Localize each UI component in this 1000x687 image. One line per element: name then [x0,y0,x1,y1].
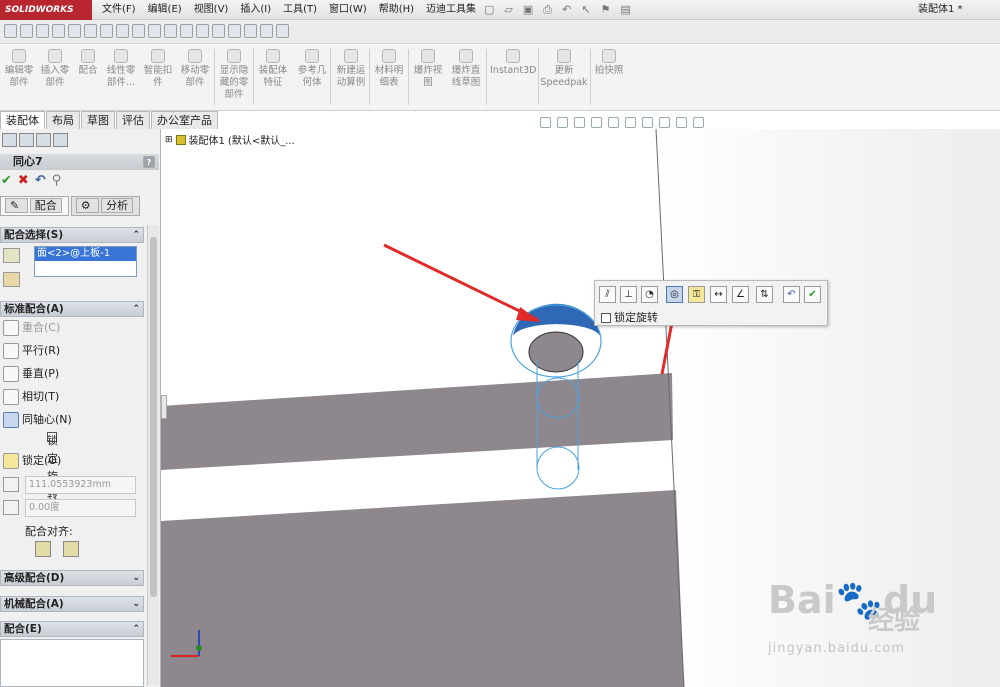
lock-button[interactable]: ⚿ [688,286,705,303]
zoom-area-icon[interactable] [557,117,568,128]
view-orientation-icon[interactable] [608,117,619,128]
previous-view-icon[interactable] [574,117,585,128]
watermark-brand: Bai [768,578,836,622]
pane-collapse-handle[interactable] [161,395,167,419]
popup-lock-rotation-label: 锁定旋转 [614,311,658,324]
expand-icon[interactable]: ⊞ [165,135,173,145]
popup-lock-rotation[interactable]: 锁定旋转 [601,311,658,325]
display-style-icon[interactable] [625,117,636,128]
distance-button[interactable]: ↔ [710,286,727,303]
confirm-button[interactable]: ✔ [804,286,821,303]
assembly-config: (默认<默认_... [227,136,295,147]
mate-popup-toolbar: ⫽ ⊥ ◔ ◎ ⚿ ↔ ∠ ⇅ ↶ ✔ 锁定旋转 [594,280,828,326]
watermark-url: jingyan.baidu.com [768,641,905,656]
axis-z [196,645,202,651]
scene-icon[interactable] [676,117,687,128]
heads-up-toolbar [540,117,704,128]
checkbox-icon [601,313,611,323]
perpendicular-button[interactable]: ⊥ [620,286,637,303]
tangent-button[interactable]: ◔ [641,286,658,303]
plate-side-lower [161,490,684,687]
view-settings-icon[interactable] [693,117,704,128]
hide-show-icon[interactable] [642,117,653,128]
appearance-icon[interactable] [659,117,670,128]
section-view-icon[interactable] [591,117,602,128]
assembly-name: 装配体1 [188,136,225,147]
angle-button[interactable]: ∠ [732,286,749,303]
zoom-fit-icon[interactable] [540,117,551,128]
undo-button[interactable]: ↶ [783,286,800,303]
flip-alignment-button[interactable]: ⇅ [756,286,773,303]
parallel-button[interactable]: ⫽ [599,286,616,303]
watermark-cn: 经验 [868,606,921,636]
feature-tree-root[interactable]: ⊞ 装配体1 (默认<默认_... [165,132,295,147]
assembly-icon [175,134,186,145]
concentric-button[interactable]: ◎ [666,286,683,303]
